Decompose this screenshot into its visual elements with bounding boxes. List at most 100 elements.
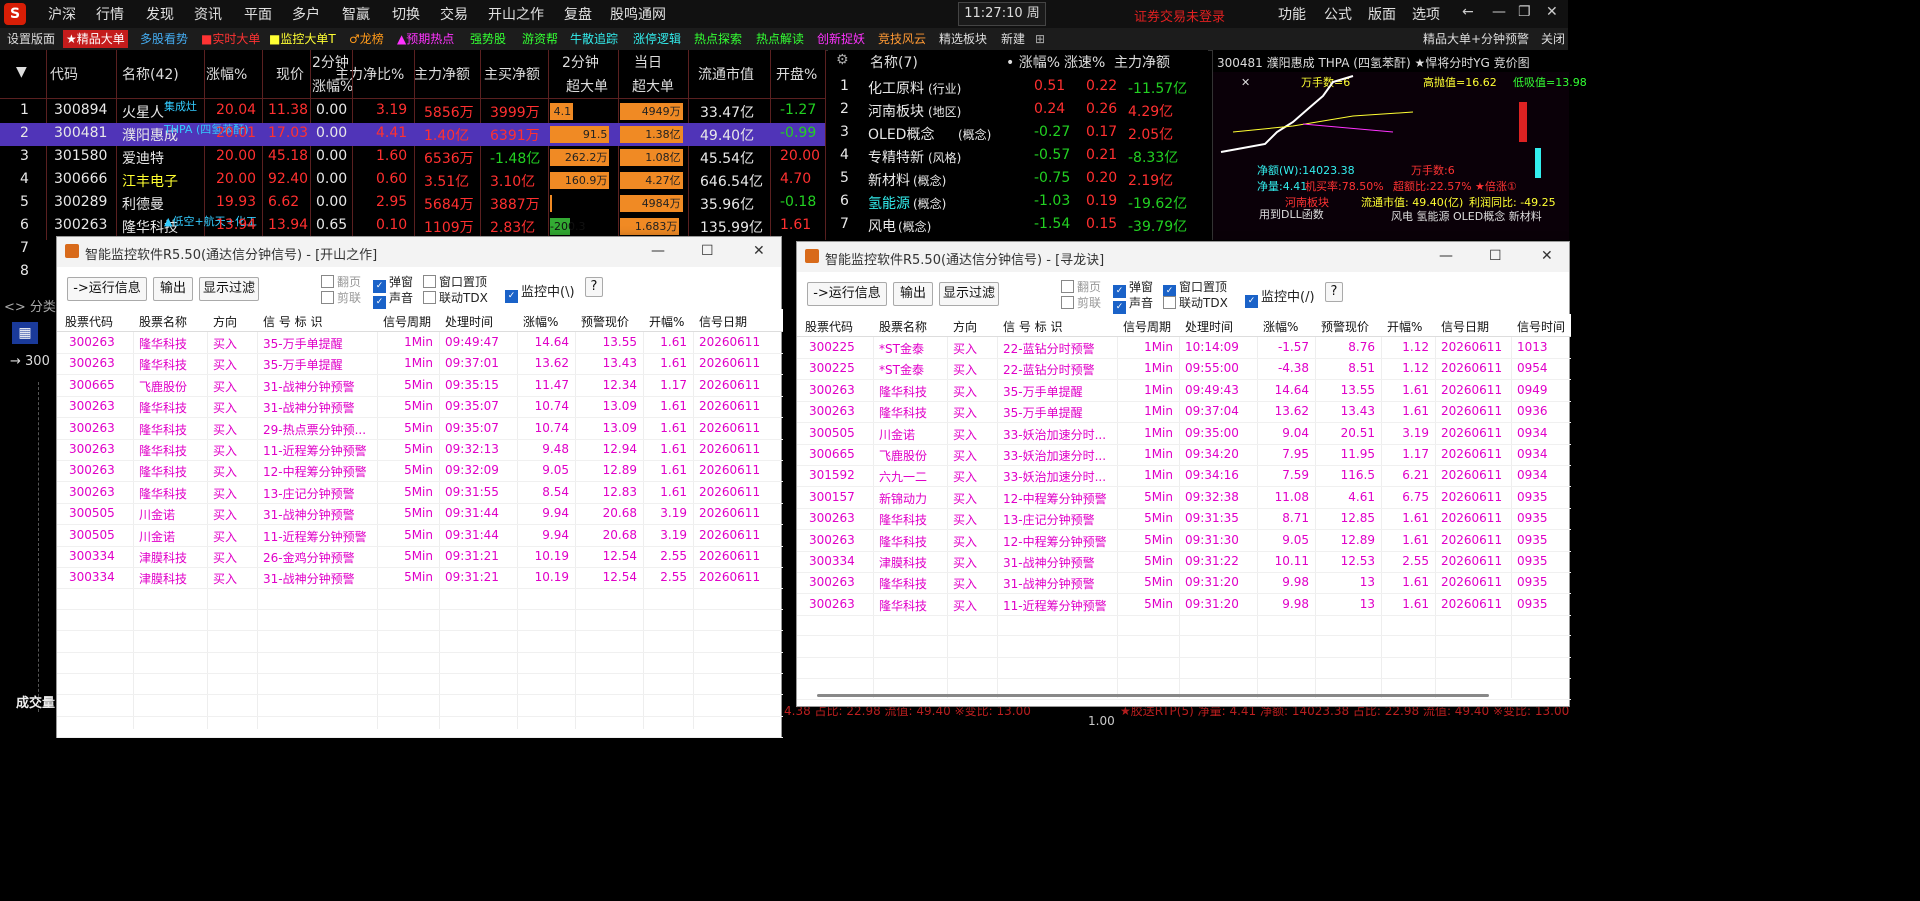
signal-row[interactable]: 300505 川金诺 买入 31-战神分钟预警 5Min 09:31:44 9.94 20.6… [57,503,783,526]
output-button[interactable]: 输出 [153,277,193,301]
column-header[interactable]: 方向 [953,318,977,335]
signal-row[interactable]: 300157 新锦动力 买入 12-中程筹分钟预警 5Min 09:32:38 11.08 4… [797,487,1571,509]
menu-item[interactable]: 沪深 [48,4,76,24]
right-menu-item[interactable]: 功能 [1278,4,1306,24]
column-header[interactable]: 股票代码 [65,313,113,330]
close-icon[interactable]: ✕ [1541,248,1553,264]
sector-row[interactable]: 1 化工原料 (行业) 0.51 0.22 -11.57亿 [828,76,1198,99]
close-button[interactable]: 关闭 [1538,30,1568,48]
right-menu-item[interactable]: 版面 [1368,4,1396,24]
column-header[interactable]: 股票名称 [879,318,927,335]
display-filter-button[interactable]: 显示过滤 [199,277,259,301]
column-header[interactable]: 处理时间 [445,313,493,330]
run-info-button[interactable]: ->运行信息 [807,282,887,306]
toolbar-button[interactable]: 竞技风云 [875,30,929,48]
toolbar-button[interactable]: 强势股 [467,30,509,48]
column-header[interactable]: 股票名称 [139,313,187,330]
column-header[interactable]: 信号日期 [1441,318,1489,335]
checkbox-option[interactable]: 窗口置顶 [423,273,487,290]
column-header[interactable]: 主买净额 [484,64,540,84]
table-row[interactable]: 4 300666 江丰电子 20.00 92.40 0.00 0.60 3.51亿 3.10亿 1… [0,169,825,192]
checkbox-option[interactable]: 剪联 [321,289,361,306]
column-header[interactable]: 信号时间 [1517,318,1565,335]
menu-item[interactable]: 发现 [146,4,174,24]
toolbar-button[interactable]: 新建 [998,30,1028,48]
column-header[interactable]: 涨幅% [523,313,558,330]
menu-item[interactable]: 交易 [440,4,468,24]
checkbox-option[interactable]: ✓ 声音 [373,289,413,309]
menu-item[interactable]: 开山之作 [488,4,544,24]
column-header[interactable]: 超大单 [566,76,608,96]
signal-row[interactable]: 301592 六九一二 买入 33-妖治加速分时... 1Min 09:34:16 7.59… [797,465,1571,488]
column-header[interactable]: 信 号 标 识 [1003,318,1062,335]
display-filter-button[interactable]: 显示过滤 [939,282,999,306]
signal-row[interactable]: 300505 川金诺 买入 11-近程筹分钟预警 5Min 09:31:44 9.94 20.… [57,525,783,547]
toolbar-button[interactable]: ■监控大单T [266,30,339,48]
grid-icon[interactable]: ▦ [12,322,38,344]
toolbar-button[interactable]: 热点解读 [753,30,807,48]
signal-row[interactable]: 300263 隆华科技 买入 12-中程筹分钟预警 5Min 09:31:30 9.05 12… [797,530,1571,552]
checkbox-option[interactable]: 联动TDX [423,289,488,306]
signal-row[interactable]: 300225 *ST金泰 买入 22-蓝钻分时预警 1Min 09:55:00 -4.38 8… [797,358,1571,381]
toolbar-button[interactable]: 设置版面 [4,30,58,48]
sector-row[interactable]: 6 氢能源 (概念) -1.03 0.19 -19.62亿 [828,191,1198,214]
sector-header[interactable]: 涨速% [1064,52,1105,72]
help-button[interactable]: ? [1325,282,1343,302]
signal-row[interactable]: 300263 隆华科技 买入 29-热点票分钟预... 5Min 09:35:07 10.7… [57,418,783,440]
signal-row[interactable]: 300263 隆华科技 买入 13-庄记分钟预警 5Min 09:31:55 8.54 12.… [57,482,783,504]
run-info-button[interactable]: ->运行信息 [67,277,147,301]
table-row[interactable]: 6 300263 隆华科技 ▲低空+航天+化工 13.94 13.94 0.65 0.10 11… [0,215,825,250]
toolbar-right-label[interactable]: 精品大单+分钟预警 [1420,30,1532,48]
column-header[interactable]: 当日 [634,52,662,72]
menu-item[interactable]: 股鸣通网 [610,4,666,24]
right-menu-item[interactable]: 选项 [1412,4,1440,24]
signal-row[interactable]: 300334 津膜科技 买入 31-战神分钟预警 5Min 09:31:22 10.11 12… [797,551,1571,573]
menu-item[interactable]: 多户 [292,4,320,24]
checkbox-option[interactable]: 剪联 [1061,294,1101,311]
column-header[interactable]: 信号日期 [699,313,747,330]
monitor-dialog-kaishan[interactable]: 智能监控软件R5.50(通达信分钟信号) - [开山之作] — ☐ ✕ ->运行信息 输出… [56,236,783,739]
sector-header[interactable]: • 涨幅% [1006,52,1060,72]
column-header[interactable]: 处理时间 [1185,318,1233,335]
table-row[interactable]: 5 300289 利德曼 19.93 6.62 0.00 2.95 5684万 3887万 498… [0,192,825,215]
menu-item[interactable]: 复盘 [564,4,592,24]
column-header[interactable]: 信号周期 [383,313,431,330]
add-tab-icon[interactable]: ⊞ [1032,30,1048,48]
toolbar-button[interactable]: 创新捉妖 [814,30,868,48]
login-warning[interactable]: 证券交易未登录 [1134,6,1225,25]
signal-row[interactable]: 300263 隆华科技 买入 35-万手单提醒 1Min 09:37:04 13.62 13.… [797,401,1571,424]
monitor-dialog-xunlong[interactable]: 智能监控软件R5.50(通达信分钟信号) - [寻龙诀] — ☐ ✕ ->运行信息 输出显… [796,241,1571,707]
table-row[interactable]: 3 301580 爱迪特 20.00 45.18 0.00 1.60 6536万 -1.48亿 2… [0,146,825,169]
signal-row[interactable]: 300263 隆华科技 买入 35-万手单提醒 1Min 09:49:43 14.64 13.… [797,380,1571,402]
menu-item[interactable]: 行情 [96,4,124,24]
signal-row[interactable]: 300263 隆华科技 买入 11-近程筹分钟预警 5Min 09:31:20 9.98 13… [797,594,1571,616]
intraday-mini-chart[interactable]: 300481 濮阳惠成 THPA (四氢苯酐) ★悍将分时YG 竞价图 万手数=6… [1212,50,1587,240]
column-header[interactable]: 信号周期 [1123,318,1171,335]
toolbar-button[interactable]: 游资帮 [519,30,561,48]
signal-row[interactable]: 300263 隆华科技 买入 11-近程筹分钟预警 5Min 09:32:13 9.48 12… [57,439,783,461]
settings-gear-icon[interactable]: ⚙ [836,52,849,68]
sort-chevron-icon[interactable]: ▼ [16,64,27,80]
maximize-icon[interactable]: ☐ [1489,248,1502,264]
signal-row[interactable]: 300263 隆华科技 买入 13-庄记分钟预警 5Min 09:31:35 8.71 12.… [797,508,1571,531]
monitoring-checkbox[interactable]: ✓ 监控中(/) [1245,286,1315,308]
sector-row[interactable]: 2 河南板块 (地区) 0.24 0.26 4.29亿 [828,99,1198,122]
horizontal-scrollbar[interactable] [817,694,1489,697]
menu-item[interactable]: 智赢 [342,4,370,24]
minimize-icon[interactable]: — [651,243,665,259]
column-header[interactable]: 2分钟 [562,52,599,72]
column-header[interactable]: 股票代码 [805,318,853,335]
signal-row[interactable]: 300665 飞鹿股份 买入 31-战神分钟预警 5Min 09:35:15 11.47 12… [57,375,783,397]
right-menu-item[interactable]: 公式 [1324,4,1352,24]
toolbar-button[interactable]: ■实时大单 [198,30,263,48]
output-button[interactable]: 输出 [893,282,933,306]
checkbox-option[interactable]: ✓ 声音 [1113,294,1153,314]
app-logo-icon[interactable]: S [4,3,26,25]
signal-row[interactable]: 300263 隆华科技 买入 12-中程筹分钟预警 5Min 09:32:09 9.05 12… [57,460,783,483]
column-header[interactable]: 涨幅% [206,64,247,84]
table-row[interactable]: 2 300481 濮阳惠成 THPA (四氢苯酐) 20.01 17.03 0.00 4.41… [0,123,825,146]
column-header[interactable]: 信 号 标 识 [263,313,322,330]
window-control-icon[interactable]: ✕ [1546,4,1558,20]
menu-item[interactable]: 资讯 [194,4,222,24]
toolbar-button[interactable]: 热点探索 [691,30,745,48]
